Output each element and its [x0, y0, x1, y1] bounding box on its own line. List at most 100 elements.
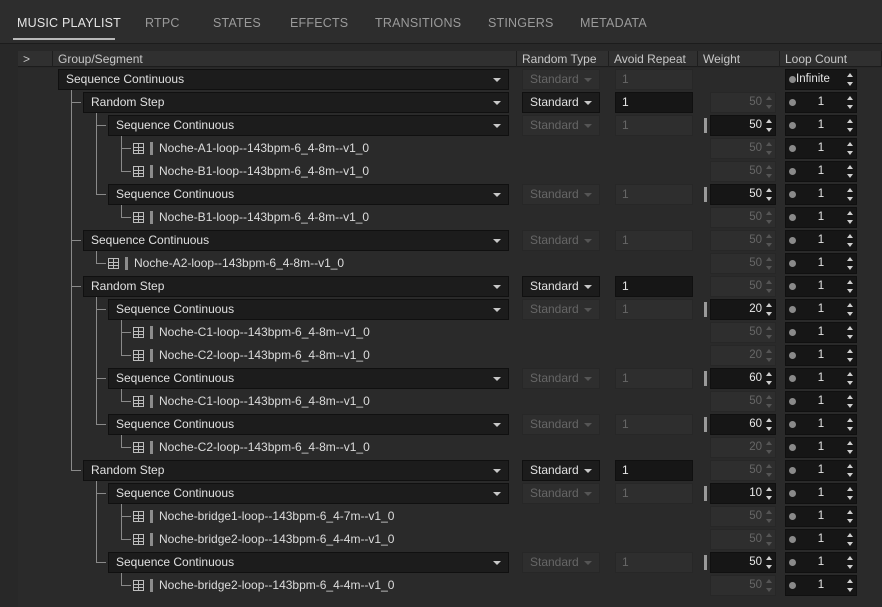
link-dot-icon[interactable]	[789, 260, 796, 267]
group-dropdown[interactable]: Sequence Continuous	[108, 299, 509, 320]
group-dropdown[interactable]: Sequence Continuous	[83, 230, 509, 251]
loop-count-stepper[interactable]: 1	[785, 368, 857, 389]
weight-stepper[interactable]: 60	[710, 414, 776, 435]
stepper-down-icon[interactable]	[766, 427, 772, 431]
link-dot-icon[interactable]	[789, 582, 796, 589]
loop-count-stepper[interactable]: 1	[785, 506, 857, 527]
loop-count-stepper[interactable]: 1	[785, 161, 857, 182]
link-dot-icon[interactable]	[789, 513, 796, 520]
stepper-up-icon[interactable]	[847, 73, 853, 77]
stepper-up-icon[interactable]	[847, 395, 853, 399]
stepper-down-icon[interactable]	[847, 450, 853, 454]
link-dot-icon[interactable]	[789, 467, 796, 474]
stepper-down-icon[interactable]	[847, 105, 853, 109]
stepper-up-icon[interactable]	[847, 165, 853, 169]
link-dot-icon[interactable]	[789, 398, 796, 405]
stepper-up-icon[interactable]	[847, 119, 853, 123]
group-dropdown[interactable]: Sequence Continuous	[108, 368, 509, 389]
link-dot-icon[interactable]	[789, 237, 796, 244]
avoid-repeat-field[interactable]: 1	[615, 92, 693, 113]
link-dot-icon[interactable]	[789, 76, 796, 83]
loop-count-stepper[interactable]: 1	[785, 322, 857, 343]
stepper-up-icon[interactable]	[766, 418, 772, 422]
link-dot-icon[interactable]	[789, 99, 796, 106]
link-dot-icon[interactable]	[789, 306, 796, 313]
stepper-up-icon[interactable]	[847, 303, 853, 307]
stepper-down-icon[interactable]	[847, 151, 853, 155]
group-dropdown[interactable]: Sequence Continuous	[108, 184, 509, 205]
stepper-down-icon[interactable]	[847, 542, 853, 546]
loop-count-stepper[interactable]: 1	[785, 391, 857, 412]
stepper-down-icon[interactable]	[847, 588, 853, 592]
stepper-down-icon[interactable]	[847, 381, 853, 385]
stepper-down-icon[interactable]	[766, 128, 772, 132]
stepper-up-icon[interactable]	[847, 533, 853, 537]
group-dropdown[interactable]: Sequence Continuous	[108, 552, 509, 573]
weight-column-header[interactable]: Weight	[698, 51, 780, 67]
stepper-up-icon[interactable]	[847, 464, 853, 468]
stepper-down-icon[interactable]	[847, 427, 853, 431]
avoid-repeat-field[interactable]: 1	[615, 276, 693, 297]
group-dropdown[interactable]: Random Step	[83, 276, 509, 297]
link-dot-icon[interactable]	[789, 214, 796, 221]
link-dot-icon[interactable]	[789, 444, 796, 451]
tab-effects[interactable]: EFFECTS	[290, 16, 348, 36]
loop-count-stepper[interactable]: 1	[785, 92, 857, 113]
stepper-up-icon[interactable]	[847, 372, 853, 376]
link-dot-icon[interactable]	[789, 352, 796, 359]
group-dropdown[interactable]: Random Step	[83, 460, 509, 481]
stepper-down-icon[interactable]	[847, 565, 853, 569]
stepper-down-icon[interactable]	[847, 358, 853, 362]
tab-music-playlist[interactable]: MUSIC PLAYLIST	[17, 16, 121, 36]
stepper-down-icon[interactable]	[847, 174, 853, 178]
loop-count-stepper[interactable]: 1	[785, 299, 857, 320]
group-dropdown[interactable]: Sequence Continuous	[108, 414, 509, 435]
weight-stepper[interactable]: 10	[710, 483, 776, 504]
group-dropdown[interactable]: Sequence Continuous	[108, 115, 509, 136]
stepper-down-icon[interactable]	[766, 565, 772, 569]
stepper-down-icon[interactable]	[766, 197, 772, 201]
loop-count-stepper[interactable]: 1	[785, 138, 857, 159]
stepper-up-icon[interactable]	[766, 372, 772, 376]
loop-count-column-header[interactable]: Loop Count	[780, 51, 882, 67]
weight-stepper[interactable]: 50	[710, 184, 776, 205]
stepper-up-icon[interactable]	[766, 303, 772, 307]
tab-states[interactable]: STATES	[213, 16, 261, 36]
weight-stepper[interactable]: 50	[710, 115, 776, 136]
stepper-up-icon[interactable]	[847, 96, 853, 100]
link-dot-icon[interactable]	[789, 145, 796, 152]
loop-count-stepper[interactable]: 1	[785, 276, 857, 297]
random-type-dropdown[interactable]: Standard	[522, 460, 600, 481]
loop-count-stepper[interactable]: Infinite	[785, 69, 857, 90]
link-dot-icon[interactable]	[789, 536, 796, 543]
random-type-dropdown[interactable]: Standard	[522, 276, 600, 297]
weight-stepper[interactable]: 50	[710, 552, 776, 573]
avoid-repeat-column-header[interactable]: Avoid Repeat	[609, 51, 698, 67]
loop-count-stepper[interactable]: 1	[785, 437, 857, 458]
tab-stingers[interactable]: STINGERS	[488, 16, 554, 36]
stepper-up-icon[interactable]	[847, 349, 853, 353]
stepper-down-icon[interactable]	[847, 128, 853, 132]
stepper-up-icon[interactable]	[847, 418, 853, 422]
stepper-down-icon[interactable]	[847, 404, 853, 408]
stepper-down-icon[interactable]	[847, 496, 853, 500]
tab-transitions[interactable]: TRANSITIONS	[375, 16, 461, 36]
loop-count-stepper[interactable]: 1	[785, 552, 857, 573]
stepper-down-icon[interactable]	[847, 335, 853, 339]
link-dot-icon[interactable]	[789, 122, 796, 129]
stepper-up-icon[interactable]	[766, 556, 772, 560]
link-dot-icon[interactable]	[789, 329, 796, 336]
stepper-up-icon[interactable]	[847, 556, 853, 560]
stepper-down-icon[interactable]	[847, 266, 853, 270]
link-dot-icon[interactable]	[789, 191, 796, 198]
stepper-up-icon[interactable]	[766, 119, 772, 123]
stepper-up-icon[interactable]	[847, 142, 853, 146]
stepper-down-icon[interactable]	[847, 519, 853, 523]
stepper-up-icon[interactable]	[847, 326, 853, 330]
stepper-up-icon[interactable]	[847, 579, 853, 583]
loop-count-stepper[interactable]: 1	[785, 460, 857, 481]
tab-metadata[interactable]: METADATA	[580, 16, 647, 36]
loop-count-stepper[interactable]: 1	[785, 483, 857, 504]
random-type-dropdown[interactable]: Standard	[522, 92, 600, 113]
stepper-up-icon[interactable]	[847, 510, 853, 514]
